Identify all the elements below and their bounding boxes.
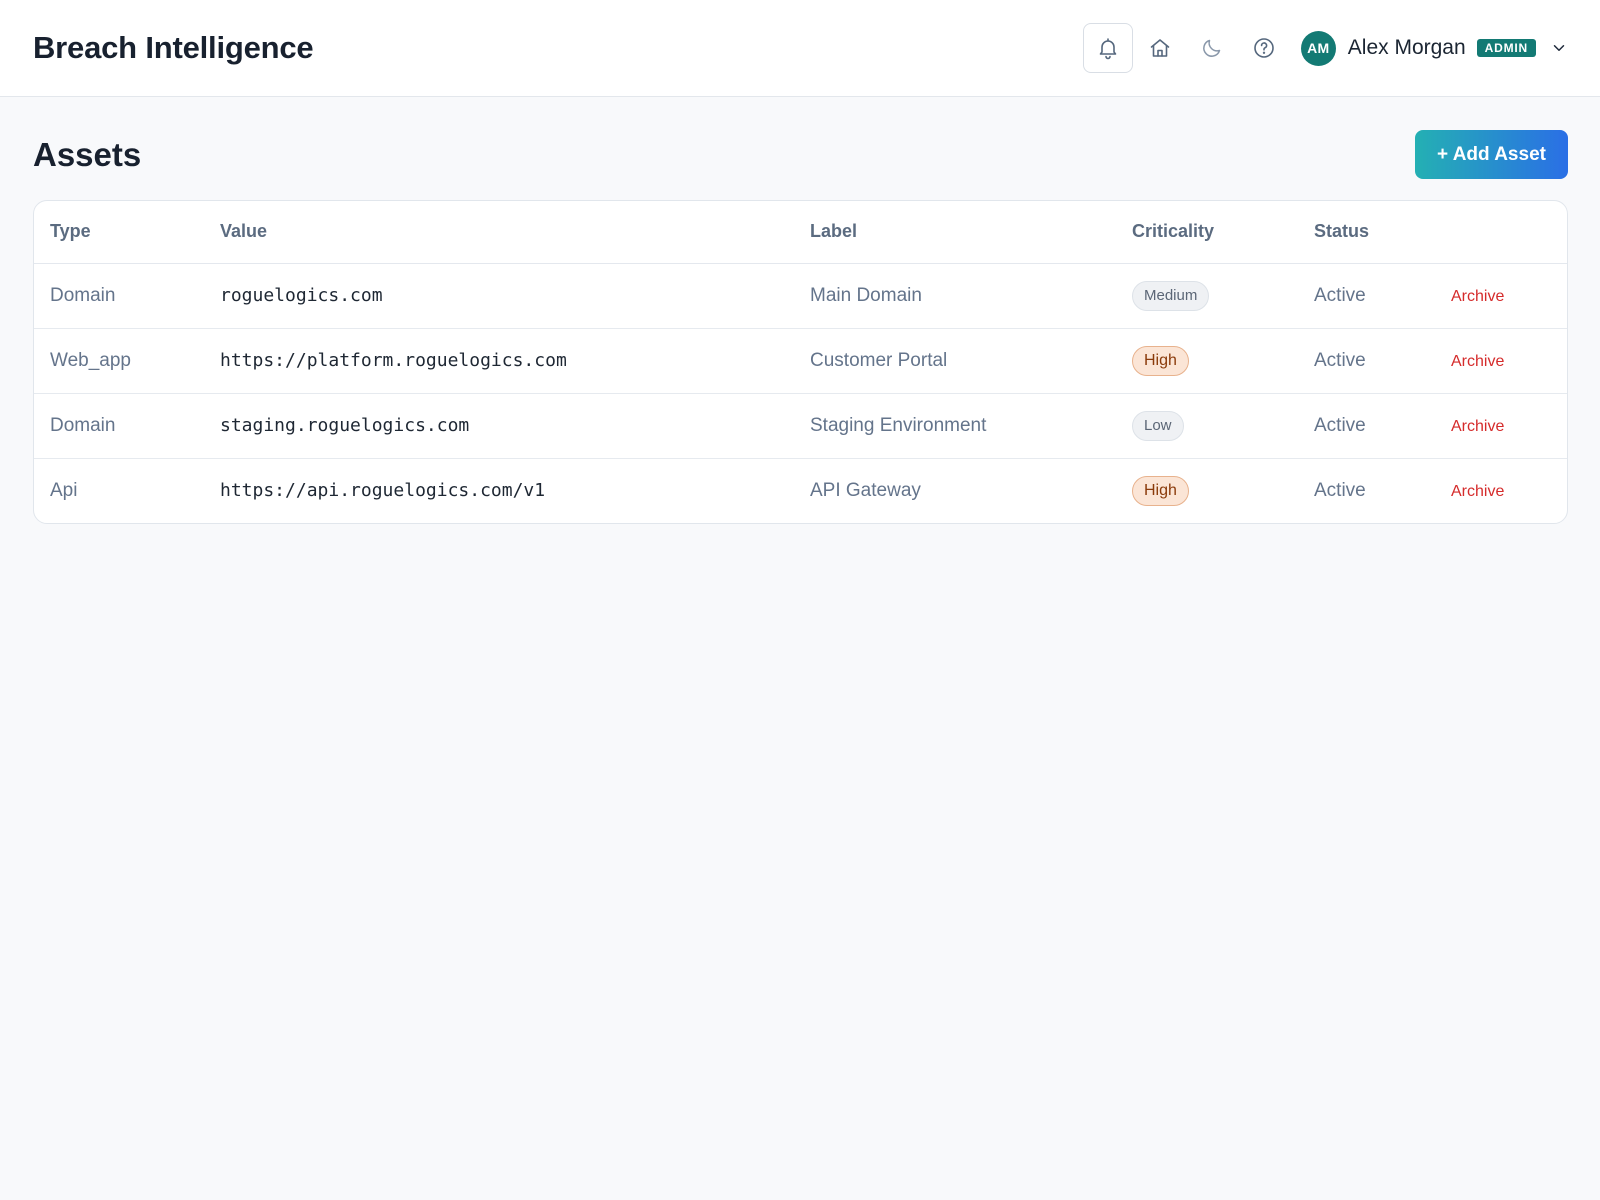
assets-table: Type Value Label Criticality Status Doma… — [34, 201, 1567, 523]
cell-type: Domain — [34, 263, 220, 329]
notifications-button[interactable] — [1082, 23, 1133, 73]
cell-actions: Archive — [1451, 393, 1567, 459]
table-header-row: Type Value Label Criticality Status — [34, 201, 1567, 264]
cell-type: Web_app — [34, 328, 220, 394]
criticality-badge: Low — [1132, 410, 1184, 441]
cell-actions: Archive — [1451, 458, 1567, 523]
moon-icon — [1202, 39, 1221, 57]
criticality-badge: High — [1132, 345, 1189, 376]
cell-actions: Archive — [1451, 328, 1567, 394]
archive-button[interactable]: Archive — [1451, 353, 1504, 370]
cell-label: API Gateway — [810, 479, 921, 501]
archive-button[interactable]: Archive — [1451, 418, 1504, 435]
user-menu[interactable]: AM Alex Morgan ADMIN — [1300, 30, 1568, 66]
assets-table-card: Type Value Label Criticality Status Doma… — [33, 200, 1568, 524]
page-title: Assets — [33, 135, 142, 173]
archive-button[interactable]: Archive — [1451, 483, 1504, 500]
cell-criticality: High — [1132, 458, 1314, 523]
cell-criticality: Medium — [1132, 263, 1314, 329]
table-row: Web_app https://platform.roguelogics.com… — [34, 328, 1567, 394]
cell-criticality: Low — [1132, 393, 1314, 459]
criticality-badge: High — [1132, 475, 1189, 506]
cell-status: Active — [1314, 328, 1451, 394]
help-icon — [1253, 38, 1274, 58]
cell-status: Active — [1314, 263, 1451, 329]
column-header-criticality[interactable]: Criticality — [1132, 201, 1314, 264]
home-icon — [1150, 39, 1170, 57]
help-button[interactable] — [1239, 23, 1289, 73]
cell-label: Staging Environment — [810, 393, 1132, 459]
column-header-status[interactable]: Status — [1314, 201, 1451, 264]
criticality-badge: Medium — [1132, 280, 1210, 311]
bell-icon — [1099, 38, 1117, 60]
home-button[interactable] — [1135, 23, 1185, 73]
cell-type: Api — [50, 479, 78, 501]
column-header-label[interactable]: Label — [810, 201, 1132, 264]
column-header-actions — [1451, 201, 1567, 264]
cell-status: Active — [1314, 479, 1366, 501]
column-header-type[interactable]: Type — [34, 201, 220, 264]
page-header: Assets + Add Asset — [33, 130, 1568, 179]
top-bar: Breach Intelligence AM Alex Morgan ADMIN — [0, 0, 1600, 97]
add-asset-button[interactable]: + Add Asset — [1415, 130, 1568, 179]
table-row: Domain roguelogics.com Main Domain Mediu… — [34, 263, 1567, 329]
cell-value: https://platform.roguelogics.com — [220, 328, 810, 394]
table-row: Domain staging.roguelogics.com Staging E… — [34, 393, 1567, 459]
cell-value: https://api.roguelogics.com/v1 — [220, 480, 546, 502]
column-header-value[interactable]: Value — [220, 201, 810, 264]
archive-button[interactable]: Archive — [1451, 288, 1504, 305]
role-badge: ADMIN — [1476, 39, 1536, 57]
cell-type: Domain — [34, 393, 220, 459]
cell-value: roguelogics.com — [220, 263, 810, 329]
cell-value: staging.roguelogics.com — [220, 393, 810, 459]
chevron-down-icon — [1553, 45, 1565, 51]
user-name: Alex Morgan — [1347, 36, 1466, 59]
theme-toggle-button[interactable] — [1187, 23, 1237, 73]
cell-actions: Archive — [1451, 263, 1567, 329]
cell-label: Main Domain — [810, 263, 1132, 329]
table-row: Api https://api.roguelogics.com/v1 API G… — [34, 458, 1567, 523]
avatar: AM — [1300, 30, 1336, 66]
app-title: Breach Intelligence — [33, 30, 314, 65]
cell-criticality: High — [1132, 328, 1314, 394]
cell-status: Active — [1314, 393, 1451, 459]
top-bar-actions: AM Alex Morgan ADMIN — [1082, 0, 1568, 97]
cell-label: Customer Portal — [810, 328, 1132, 394]
